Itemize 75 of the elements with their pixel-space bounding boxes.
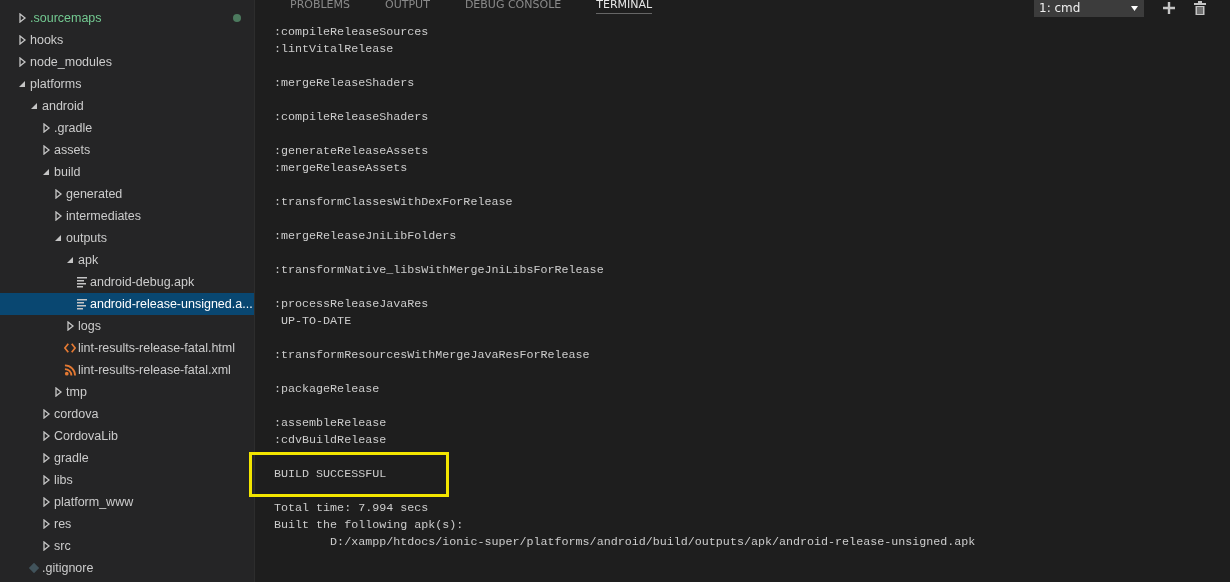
collapsed-arrow-icon [64, 321, 76, 331]
tree-item[interactable]: logs [0, 315, 254, 337]
terminal-line: Built the following apk(s): [274, 517, 465, 534]
plus-icon[interactable] [1163, 2, 1175, 14]
tree-item[interactable]: android-release-unsigned.a... [0, 293, 254, 315]
terminal-line: :assembleRelease [274, 415, 388, 432]
collapsed-arrow-icon [52, 211, 64, 221]
tree-item[interactable]: tmp [0, 381, 254, 403]
trash-icon[interactable] [1194, 1, 1206, 15]
terminal-line: :compileReleaseShaders [274, 109, 430, 126]
tree-item[interactable]: intermediates [0, 205, 254, 227]
tree-item[interactable]: hooks [0, 29, 254, 51]
tree-item[interactable]: android [0, 95, 254, 117]
terminal-line: :mergeReleaseShaders [274, 75, 416, 92]
tree-item[interactable]: .gradle [0, 117, 254, 139]
tree-item[interactable]: cordova [0, 403, 254, 425]
tree-item[interactable]: .sourcemaps [0, 7, 254, 29]
panel-tab[interactable]: PROBLEMS [290, 0, 351, 14]
collapsed-arrow-icon [40, 145, 52, 155]
terminal-line: :processReleaseJavaRes [274, 296, 430, 313]
terminal-line: :lintVitalRelease [274, 41, 395, 58]
dropdown-caret-icon [1130, 4, 1139, 12]
tree-item[interactable]: platform_www [0, 491, 254, 513]
collapsed-arrow-icon [40, 541, 52, 551]
tree-item[interactable]: build [0, 161, 254, 183]
collapsed-arrow-icon [40, 431, 52, 441]
tree-item[interactable]: libs [0, 469, 254, 491]
terminal-line: UP-TO-DATE [280, 313, 353, 330]
collapsed-arrow-icon [16, 57, 28, 67]
collapsed-arrow-icon [16, 35, 28, 45]
tree-item[interactable]: .gitignore [0, 557, 254, 579]
terminal-line: D:/xampp/htdocs/ionic-super/platforms/android/build/outputs/apk/android-release-unsigned.apk [329, 534, 977, 551]
terminal-line: :mergeReleaseAssets [274, 160, 409, 177]
collapsed-arrow-icon [40, 475, 52, 485]
terminal-line: :cdvBuildRelease [274, 432, 388, 449]
collapsed-arrow-icon [52, 387, 64, 397]
file-lines-icon [76, 275, 88, 289]
tree-item[interactable]: outputs [0, 227, 254, 249]
tree-item[interactable]: CordovaLib [0, 425, 254, 447]
modified-dot-icon [233, 14, 241, 22]
code-brackets-icon [64, 341, 76, 355]
collapsed-arrow-icon [16, 13, 28, 23]
terminal-line: :packageRelease [274, 381, 381, 398]
tree-item[interactable]: platforms [0, 73, 254, 95]
tree-item[interactable]: lint-results-release-fatal.xml [0, 359, 254, 381]
terminal-line: BUILD SUCCESSFUL [274, 466, 388, 483]
terminal-line: :transformResourcesWithMergeJavaResForRelease [274, 347, 591, 364]
collapsed-arrow-icon [52, 189, 64, 199]
tree-item[interactable]: apk [0, 249, 254, 271]
tree-item[interactable]: gradle [0, 447, 254, 469]
terminal-line: :transformNative_libsWithMergeJniLibsForRelease [274, 262, 605, 279]
terminal-line: :compileReleaseSources [274, 24, 430, 41]
tree-item[interactable]: android-debug.apk [0, 271, 254, 293]
panel-tab[interactable]: OUTPUT [385, 0, 430, 14]
collapsed-arrow-icon [40, 409, 52, 419]
terminal-select[interactable]: 1: cmd [1034, 0, 1144, 17]
tree-item[interactable]: res [0, 513, 254, 535]
terminal-line: :generateReleaseAssets [274, 143, 430, 160]
collapsed-arrow-icon [40, 497, 52, 507]
diamond-icon [28, 561, 40, 575]
tree-item[interactable]: lint-results-release-fatal.html [0, 337, 254, 359]
tree-item[interactable]: node_modules [0, 51, 254, 73]
collapsed-arrow-icon [40, 519, 52, 529]
tree-item[interactable]: generated [0, 183, 254, 205]
rss-feed-icon [64, 363, 76, 377]
terminal-line: :mergeReleaseJniLibFolders [274, 228, 458, 245]
collapsed-arrow-icon [40, 453, 52, 463]
panel-tab[interactable]: TERMINAL [596, 0, 653, 14]
tree-item[interactable]: src [0, 535, 254, 557]
tree-item[interactable]: assets [0, 139, 254, 161]
terminal-line: :transformClassesWithDexForRelease [274, 194, 514, 211]
collapsed-arrow-icon [40, 123, 52, 133]
terminal-line: Total time: 7.994 secs [274, 500, 430, 517]
panel-tab[interactable]: DEBUG CONSOLE [464, 0, 562, 14]
file-lines-icon [76, 297, 88, 311]
